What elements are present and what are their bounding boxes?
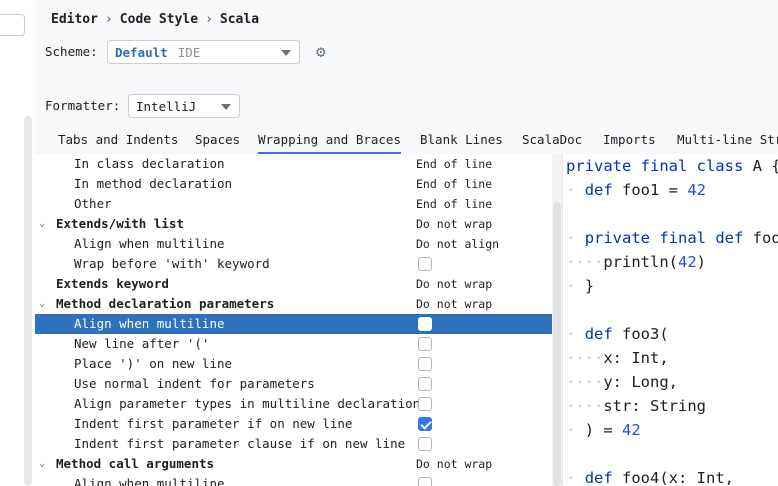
code-line: · } xyxy=(566,277,595,295)
breadcrumb: Editor › Code Style › Scala xyxy=(51,12,259,27)
scheme-name: Default xyxy=(115,44,168,60)
setting-group-row[interactable]: ⌄ Method call arguments Do not wrap xyxy=(35,454,552,474)
setting-name: New line after '(' xyxy=(74,336,210,351)
scheme-dropdown[interactable]: Default IDE xyxy=(107,40,300,64)
setting-checkbox[interactable] xyxy=(418,437,432,451)
setting-name: Align when multiline xyxy=(74,476,225,486)
setting-checkbox[interactable] xyxy=(418,317,432,331)
tab-wrapping-and-braces[interactable]: Wrapping and Braces xyxy=(258,127,401,154)
settings-tree-strip xyxy=(0,0,35,486)
settings-scrollbar[interactable] xyxy=(552,154,562,486)
setting-value[interactable]: Do not align xyxy=(416,234,499,254)
settings-tree: In class declaration End of line In meth… xyxy=(35,154,552,486)
setting-row[interactable]: Align parameter types in multiline decla… xyxy=(35,394,552,414)
setting-group-name: Method call arguments xyxy=(56,456,215,471)
setting-name: Extends keyword xyxy=(56,276,169,291)
setting-value[interactable]: Do not wrap xyxy=(416,214,492,234)
scrollbar-thumb[interactable] xyxy=(553,202,561,486)
settings-tree-scrollbar[interactable] xyxy=(24,116,32,486)
setting-group-name: Method declaration parameters xyxy=(56,296,275,311)
setting-row[interactable]: In method declaration End of line xyxy=(35,174,552,194)
setting-checkbox[interactable] xyxy=(418,377,432,391)
breadcrumb-separator: › xyxy=(104,12,113,27)
setting-row[interactable]: Use normal indent for parameters xyxy=(35,374,552,394)
tab-tabs-and-indents[interactable]: Tabs and Indents xyxy=(58,127,178,154)
formatter-dropdown[interactable]: IntelliJ xyxy=(128,94,240,118)
setting-row[interactable]: New line after '(' xyxy=(35,334,552,354)
setting-row[interactable]: Indent first parameter if on new line xyxy=(35,414,552,434)
tab-bar: Tabs and Indents Spaces Wrapping and Bra… xyxy=(35,127,778,155)
code-line: · def foo1 = 42 xyxy=(566,181,707,199)
setting-name: Align parameter types in multiline decla… xyxy=(74,396,428,411)
gear-icon[interactable]: ⚙ xyxy=(316,43,334,61)
code-line: private final class A { xyxy=(566,157,778,175)
setting-value[interactable]: Do not wrap xyxy=(416,454,492,474)
chevron-down-icon[interactable]: ⌄ xyxy=(39,454,51,474)
breadcrumb-separator: › xyxy=(205,12,213,27)
setting-row[interactable]: Other End of line xyxy=(35,194,552,214)
setting-value[interactable]: End of line xyxy=(416,174,492,194)
setting-group-row[interactable]: ⌄ Method declaration parameters Do not w… xyxy=(35,294,552,314)
setting-name: Wrap before 'with' keyword xyxy=(74,256,270,271)
setting-row[interactable]: Align when multiline Do not align xyxy=(35,234,552,254)
setting-checkbox[interactable] xyxy=(418,397,432,411)
chevron-down-icon[interactable]: ⌄ xyxy=(39,294,51,314)
setting-row[interactable]: Align when multiline xyxy=(35,474,552,486)
setting-group-name: Extends/with list xyxy=(56,216,184,231)
formatter-value: IntelliJ xyxy=(136,98,197,114)
setting-group-row[interactable]: ⌄ Extends/with list Do not wrap xyxy=(35,214,552,234)
tab-spaces[interactable]: Spaces xyxy=(195,127,240,154)
chevron-down-icon xyxy=(281,50,291,56)
setting-checkbox[interactable] xyxy=(418,477,432,486)
setting-name: Indent first parameter clause if on new … xyxy=(74,436,406,451)
setting-name: Indent first parameter if on new line xyxy=(74,416,353,431)
scheme-label: Scheme: xyxy=(45,44,98,59)
tab-imports[interactable]: Imports xyxy=(603,127,656,154)
setting-value[interactable]: End of line xyxy=(416,154,492,174)
code-line: · private final def foo2 xyxy=(566,229,778,247)
setting-name: In class declaration xyxy=(74,156,225,171)
setting-name: Other xyxy=(74,196,112,211)
setting-value[interactable]: Do not wrap xyxy=(416,274,492,294)
breadcrumb-item-code-style: Code Style xyxy=(119,12,199,27)
chevron-down-icon xyxy=(221,104,231,110)
settings-search-input[interactable] xyxy=(0,14,25,36)
code-line: · def foo4(x: Int, xyxy=(566,469,735,486)
code-line: · ) = 42 xyxy=(566,421,641,439)
tab-scaladoc[interactable]: ScalaDoc xyxy=(522,127,582,154)
setting-row[interactable]: Indent first parameter clause if on new … xyxy=(35,434,552,454)
code-preview: private final class A { · def foo1 = 42 … xyxy=(562,154,778,486)
setting-row[interactable]: Extends keyword Do not wrap xyxy=(35,274,552,294)
setting-checkbox[interactable] xyxy=(418,357,432,371)
setting-row[interactable]: Place ')' on new line xyxy=(35,354,552,374)
setting-checkbox-checked[interactable] xyxy=(418,417,432,431)
setting-row[interactable]: Wrap before 'with' keyword xyxy=(35,254,552,274)
setting-checkbox[interactable] xyxy=(418,337,432,351)
code-line: ····y: Long, xyxy=(566,373,678,391)
code-line: ····println(42) xyxy=(566,253,706,271)
code-line: ····x: Int, xyxy=(566,349,669,367)
setting-row[interactable]: In class declaration End of line xyxy=(35,154,552,174)
setting-value[interactable]: End of line xyxy=(416,194,492,214)
setting-name: Use normal indent for parameters xyxy=(74,376,315,391)
setting-name: Align when multiline xyxy=(74,316,225,331)
tab-blank-lines[interactable]: Blank Lines xyxy=(420,127,503,154)
setting-name: Place ')' on new line xyxy=(74,356,233,371)
setting-checkbox[interactable] xyxy=(418,257,432,271)
breadcrumb-item-scala: Scala xyxy=(219,12,260,27)
scheme-kind: IDE xyxy=(177,44,201,60)
tab-multi-line-strings[interactable]: Multi-line Stri xyxy=(677,127,778,154)
code-line: ····str: String xyxy=(566,397,706,415)
breadcrumb-item-editor: Editor xyxy=(51,12,98,27)
setting-name: Align when multiline xyxy=(74,236,225,251)
chevron-down-icon[interactable]: ⌄ xyxy=(39,214,51,234)
setting-row-selected[interactable]: Align when multiline xyxy=(35,314,552,334)
setting-value[interactable]: Do not wrap xyxy=(416,294,492,314)
formatter-label: Formatter: xyxy=(45,98,121,113)
setting-name: In method declaration xyxy=(74,176,233,191)
code-line: · def foo3( xyxy=(566,325,669,343)
